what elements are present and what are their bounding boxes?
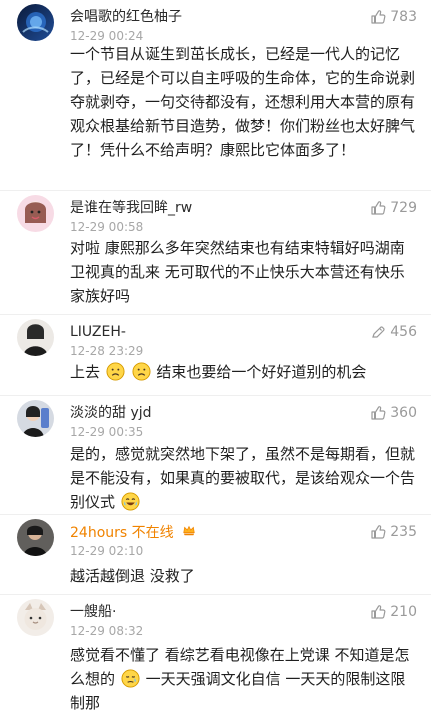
avatar-image <box>17 319 54 356</box>
avatar[interactable] <box>17 599 54 636</box>
timestamp: 12-29 08:32 <box>70 624 144 638</box>
like-button[interactable]: 235 <box>370 523 417 541</box>
comment-item-1: 会唱歌的红色柚子 12-29 00:24 783 一个节目从诞生到茁长成长，已经… <box>0 0 431 191</box>
like-count: 235 <box>390 524 417 540</box>
sad-face-emoji-icon <box>121 669 140 688</box>
frowning-face-emoji-icon <box>132 362 151 381</box>
like-count: 783 <box>390 9 417 25</box>
username[interactable]: 是谁在等我回眸_rw <box>70 199 192 217</box>
timestamp: 12-29 00:58 <box>70 220 144 234</box>
timestamp: 12-29 00:35 <box>70 425 144 439</box>
avatar-image <box>17 519 54 556</box>
avatar[interactable] <box>17 4 54 41</box>
like-button[interactable]: 456 <box>370 323 417 341</box>
comment-text: 感觉看不懂了 看综艺看电视像在上党课 不知道是怎么想的 一天天强调文化自信 一天… <box>70 643 417 715</box>
avatar-image <box>17 4 54 41</box>
like-button[interactable]: 210 <box>370 603 417 621</box>
comment-text: 一个节目从诞生到茁长成长，已经是一代人的记忆了，已经是个可以自主呼吸的生命体，它… <box>70 45 416 159</box>
thumbs-up-icon <box>370 524 386 540</box>
avatar[interactable] <box>17 195 54 232</box>
like-count: 210 <box>390 604 417 620</box>
comment-text-prefix: 上去 <box>70 363 101 381</box>
like-count: 360 <box>390 405 417 421</box>
avatar-image <box>17 400 54 437</box>
thumbs-up-icon <box>370 200 386 216</box>
avatar-image <box>17 599 54 636</box>
avatar[interactable] <box>17 319 54 356</box>
thumbs-up-icon <box>370 604 386 620</box>
comment-text: 上去 结束也要给一个好好道别的机会 <box>70 360 417 384</box>
username[interactable]: 会唱歌的红色柚子 <box>70 8 182 26</box>
comment-item-6: 一艘船· 12-29 08:32 210 感觉看不懂了 看综艺看电视像在上党课 … <box>0 595 431 723</box>
comment-text: 越活越倒退 没救了 <box>70 567 195 585</box>
comment-text: 是的，感觉就突然地下架了，虽然不是每期看，但就是不能没有，如果真的要被取代，是该… <box>70 442 417 514</box>
like-button[interactable]: 360 <box>370 404 417 422</box>
comment-text: 对啦 康熙那么多年突然结束也有结束特辑好吗湖南卫视真的乱来 无可取代的不止快乐大… <box>70 239 405 305</box>
avatar[interactable] <box>17 519 54 556</box>
comment-feed: 会唱歌的红色柚子 12-29 00:24 783 一个节目从诞生到茁长成长，已经… <box>0 0 431 723</box>
avatar-image <box>17 195 54 232</box>
thumbs-up-icon <box>370 9 386 25</box>
crown-badge-icon <box>182 523 196 542</box>
timestamp: 12-29 02:10 <box>70 544 144 558</box>
username[interactable]: 24hours 不在线 <box>70 523 196 542</box>
avatar[interactable] <box>17 400 54 437</box>
comment-item-4: 淡淡的甜 yjd 12-29 00:35 360 是的，感觉就突然地下架了，虽然… <box>0 396 431 515</box>
edit-icon <box>370 324 386 340</box>
username[interactable]: LIUZEH- <box>70 323 126 341</box>
comment-item-5: 24hours 不在线 12-29 02:10 235 越活越倒退 没救了 <box>0 515 431 595</box>
timestamp: 12-28 23:29 <box>70 344 144 358</box>
like-count: 456 <box>390 324 417 340</box>
username-text: 24hours 不在线 <box>70 525 174 541</box>
comment-item-3: LIUZEH- 12-28 23:29 456 上去 结束也要给一个好好道别的机… <box>0 315 431 396</box>
frowning-face-emoji-icon <box>106 362 125 381</box>
like-count: 729 <box>390 200 417 216</box>
thumbs-up-icon <box>370 405 386 421</box>
like-button[interactable]: 783 <box>370 8 417 26</box>
comment-text-suffix: 结束也要给一个好好道别的机会 <box>156 363 367 381</box>
like-button[interactable]: 729 <box>370 199 417 217</box>
laughing-tears-emoji-icon <box>121 492 140 511</box>
username[interactable]: 一艘船· <box>70 603 116 621</box>
username[interactable]: 淡淡的甜 yjd <box>70 404 152 422</box>
comment-item-2: 是谁在等我回眸_rw 12-29 00:58 729 对啦 康熙那么多年突然结束… <box>0 191 431 315</box>
